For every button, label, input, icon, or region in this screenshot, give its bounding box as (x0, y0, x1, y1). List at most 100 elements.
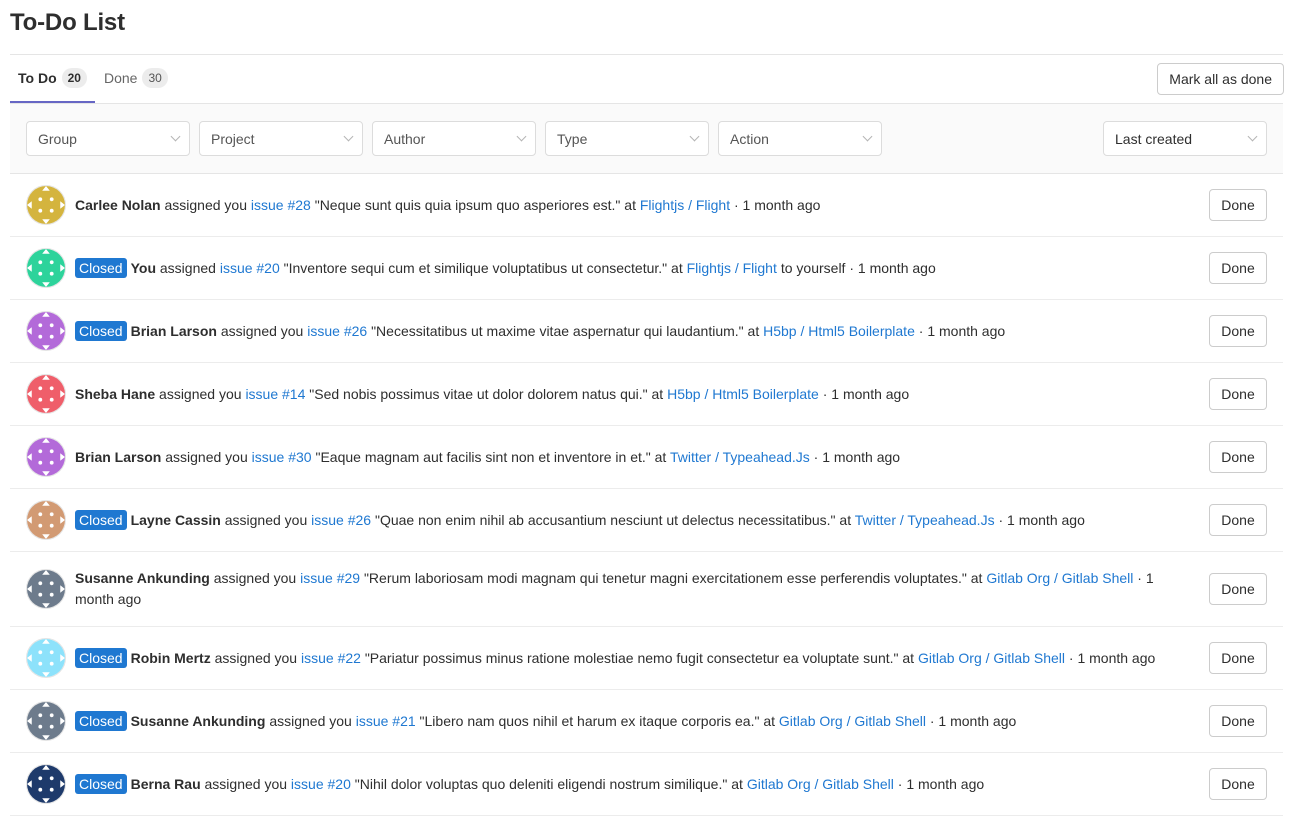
done-button[interactable]: Done (1209, 252, 1267, 284)
todos-page: To-Do List To Do 20 Done 30 Mark all as … (0, 0, 1291, 816)
todo-author[interactable]: Layne Cassin (131, 512, 221, 528)
todo-at: at (651, 385, 664, 402)
action-filter-label: Action (730, 130, 769, 147)
todo-target-link[interactable]: issue #14 (245, 386, 305, 402)
todo-title: "Inventore sequi cum et similique volupt… (283, 259, 668, 276)
done-button[interactable]: Done (1209, 189, 1267, 221)
todo-author[interactable]: Brian Larson (131, 323, 217, 339)
todo-title: "Sed nobis possimus vitae ut dolor dolor… (309, 385, 648, 402)
todo-action: assigned you (224, 511, 308, 528)
todo-author[interactable]: Susanne Ankunding (131, 713, 266, 729)
group-filter-label: Group (38, 130, 77, 147)
sort-dropdown[interactable]: Last created (1103, 121, 1267, 156)
todo-author[interactable]: You (131, 260, 156, 276)
todo-author[interactable]: Berna Rau (131, 776, 201, 792)
avatar-identicon-purple[interactable] (26, 311, 66, 351)
avatar-identicon-cyan[interactable] (26, 638, 66, 678)
mark-all-done-button[interactable]: Mark all as done (1157, 63, 1284, 95)
tab-done-label: Done (103, 70, 138, 86)
done-button[interactable]: Done (1209, 768, 1267, 800)
todo-item: Susanne Ankunding assigned you issue #29… (10, 552, 1283, 627)
todo-action: assigned (159, 259, 216, 276)
todo-action: assigned you (220, 322, 304, 339)
project-filter-dropdown[interactable]: Project (199, 121, 363, 156)
todo-item: Sheba Hane assigned you issue #14 "Sed n… (10, 363, 1283, 426)
type-filter-dropdown[interactable]: Type (545, 121, 709, 156)
todo-time: · 1 month ago (897, 775, 985, 792)
todo-body: Closed Susanne Ankunding assigned you iss… (75, 710, 1209, 732)
avatar-identicon-slate[interactable] (26, 701, 66, 741)
todo-author[interactable]: Carlee Nolan (75, 197, 161, 213)
action-filter-dropdown[interactable]: Action (718, 121, 882, 156)
todo-body: Closed Brian Larson assigned you issue #2… (75, 320, 1209, 342)
todo-project-link[interactable]: Twitter / Typeahead.Js (670, 449, 810, 465)
todo-body: Closed Robin Mertz assigned you issue #22… (75, 647, 1209, 669)
done-button[interactable]: Done (1209, 504, 1267, 536)
avatar-identicon-gold[interactable] (26, 185, 66, 225)
todo-at: at (747, 322, 760, 339)
tabs: To Do 20 Done 30 (10, 55, 177, 103)
todo-target-link[interactable]: issue #21 (356, 713, 416, 729)
todo-at: at (902, 649, 915, 666)
todo-title: "Necessitatibus ut maxime vitae aspernat… (371, 322, 744, 339)
avatar-identicon-green[interactable] (26, 248, 66, 288)
todo-author[interactable]: Susanne Ankunding (75, 570, 210, 586)
todo-project-link[interactable]: Flightjs / Flight (687, 260, 777, 276)
todo-title: "Nihil dolor voluptas quo deleniti elige… (354, 775, 728, 792)
done-button[interactable]: Done (1209, 441, 1267, 473)
done-button[interactable]: Done (1209, 573, 1267, 605)
todo-at: at (970, 570, 983, 586)
chevron-down-icon (170, 131, 181, 142)
todo-project-link[interactable]: Flightjs / Flight (640, 197, 730, 213)
chevron-down-icon (516, 131, 527, 142)
todo-target-link[interactable]: issue #26 (311, 512, 371, 528)
todo-title: "Rerum laboriosam modi magnam qui tenetu… (363, 570, 967, 586)
type-filter-label: Type (557, 130, 588, 147)
todo-project-link[interactable]: Gitlab Org / Gitlab Shell (986, 570, 1133, 586)
todo-target-link[interactable]: issue #20 (291, 776, 351, 792)
tab-todo[interactable]: To Do 20 (10, 55, 95, 103)
todo-target-link[interactable]: issue #28 (251, 197, 311, 213)
todo-target-link[interactable]: issue #29 (300, 570, 360, 586)
todo-project-link[interactable]: Gitlab Org / Gitlab Shell (779, 713, 926, 729)
todo-body: Closed You assigned issue #20 "Inventore … (75, 257, 1209, 279)
done-button[interactable]: Done (1209, 378, 1267, 410)
tab-done[interactable]: Done 30 (96, 55, 176, 103)
todo-at: at (654, 448, 667, 465)
todo-author[interactable]: Robin Mertz (131, 650, 211, 666)
project-filter-label: Project (211, 130, 255, 147)
todo-target-link[interactable]: issue #20 (220, 260, 280, 276)
done-button[interactable]: Done (1209, 315, 1267, 347)
group-filter-dropdown[interactable]: Group (26, 121, 190, 156)
avatar-identicon-red[interactable] (26, 374, 66, 414)
avatar-identicon-purple[interactable] (26, 437, 66, 477)
sort-label: Last created (1115, 130, 1193, 147)
todo-time: · 1 month ago (813, 448, 901, 465)
todo-author[interactable]: Sheba Hane (75, 386, 155, 402)
avatar-identicon-tan[interactable] (26, 500, 66, 540)
tab-todo-label: To Do (18, 70, 57, 86)
todo-item: Closed You assigned issue #20 "Inventore … (10, 237, 1283, 300)
todo-project-link[interactable]: H5bp / Html5 Boilerplate (763, 323, 915, 339)
done-button[interactable]: Done (1209, 642, 1267, 674)
chevron-down-icon (862, 131, 873, 142)
todo-time: · 1 month ago (1068, 649, 1156, 666)
todo-author[interactable]: Brian Larson (75, 449, 161, 465)
todo-project-link[interactable]: Gitlab Org / Gitlab Shell (747, 776, 894, 792)
todo-project-link[interactable]: Twitter / Typeahead.Js (855, 512, 995, 528)
author-filter-dropdown[interactable]: Author (372, 121, 536, 156)
tab-done-count: 30 (142, 68, 168, 88)
todo-action: assigned you (159, 385, 242, 402)
todo-target-link[interactable]: issue #30 (252, 449, 312, 465)
todo-target-link[interactable]: issue #26 (307, 323, 367, 339)
page-title: To-Do List (10, 0, 1283, 55)
todo-project-link[interactable]: H5bp / Html5 Boilerplate (667, 386, 819, 402)
closed-badge: Closed (75, 773, 127, 794)
avatar-identicon-navy[interactable] (26, 764, 66, 804)
todo-target-link[interactable]: issue #22 (301, 650, 361, 666)
todo-item: Brian Larson assigned you issue #30 "Eaq… (10, 426, 1283, 489)
todo-item: Closed Brian Larson assigned you issue #2… (10, 300, 1283, 363)
done-button[interactable]: Done (1209, 705, 1267, 737)
todo-project-link[interactable]: Gitlab Org / Gitlab Shell (918, 650, 1065, 666)
avatar-identicon-slate[interactable] (26, 569, 66, 609)
